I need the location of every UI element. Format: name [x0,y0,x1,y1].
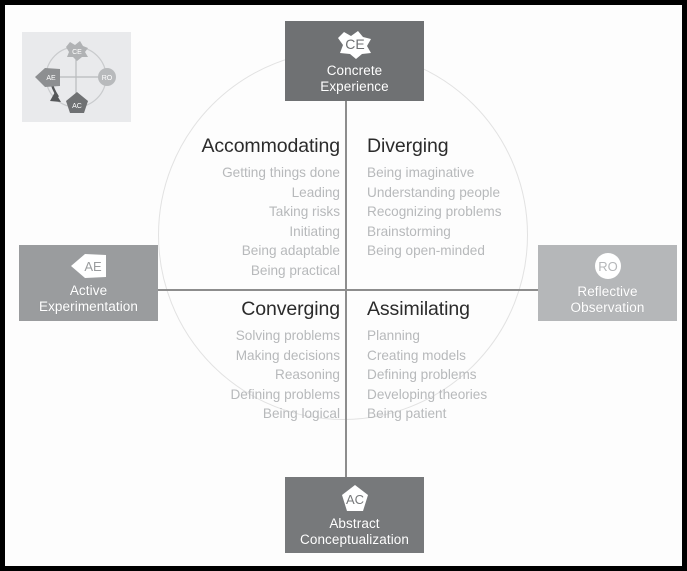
quadrant-heading-assimilating: Assimilating [367,298,470,320]
pole-abbr-ro: RO [598,259,618,274]
quadrant-assimilating: Assimilating Planning Creating models De… [367,298,547,424]
list-item: Leading [291,184,340,200]
pentagon-icon: AC [338,483,372,513]
pole-abbr-ae: AE [84,259,102,274]
list-item: Creating models [367,347,466,363]
thumbnail-abbr-ce: CE [72,49,82,56]
list-item: Being practical [250,262,340,278]
list-item: Defining problems [230,386,340,402]
quadrant-list-diverging: Being imaginative Understanding people R… [367,163,547,261]
list-item: Being imaginative [367,165,475,180]
vertical-axis-line [345,53,347,477]
pole-label-ac: Abstract Conceptualization [299,515,410,547]
pole-abbr-ce: CE [345,36,364,52]
list-item: Recognizing problems [367,204,502,219]
quadrant-list-converging: Solving problems Making decisions Reason… [160,326,340,424]
diagram-thumbnail[interactable]: CE RO AC AE [22,32,131,122]
pole-abstract-conceptualization[interactable]: AC Abstract Conceptualization [285,477,424,553]
list-item: Being patient [367,406,447,421]
list-item: Getting things done [222,165,340,180]
pole-label-ae: Active Experimentation [38,282,139,314]
quadrant-heading-accommodating: Accommodating [201,135,340,157]
list-item: Planning [367,328,420,343]
quadrant-list-assimilating: Planning Creating models Defining proble… [367,326,547,424]
list-item: Defining problems [367,367,477,382]
list-item: Reasoning [275,367,340,382]
diagram-frame: Accommodating Getting things done Leadin… [0,0,687,571]
pole-label-ce: Concrete Experience [320,62,389,94]
list-item: Developing theories [367,386,488,402]
list-item: Initiating [289,223,340,239]
circle-icon: RO [591,251,625,281]
quadrant-heading-converging: Converging [241,298,340,320]
splat-burst-icon: CE [336,28,374,60]
pole-label-ro: Reflective Observation [570,283,645,315]
thumbnail-abbr-ae: AE [46,75,56,82]
list-item: Taking risks [268,204,340,219]
list-item: Brainstorming [367,223,451,239]
list-item: Being logical [262,406,340,421]
pole-reflective-observation[interactable]: RO Reflective Observation [538,245,677,321]
list-item: Understanding people [367,184,501,200]
quadrant-heading-diverging: Diverging [367,135,449,157]
list-item: Solving problems [235,328,340,343]
left-arrow-icon: AE [69,252,109,280]
list-item: Being open-minded [367,243,485,258]
thumbnail-abbr-ac: AC [72,103,82,110]
quadrant-diverging: Diverging Being imaginative Understandin… [367,135,547,261]
diagram-canvas: Accommodating Getting things done Leadin… [5,5,682,566]
quadrant-converging: Converging Solving problems Making decis… [160,298,340,424]
pole-concrete-experience[interactable]: CE Concrete Experience [285,21,424,101]
horizontal-axis-line [158,289,538,291]
quadrant-accommodating: Accommodating Getting things done Leadin… [160,135,340,280]
list-item: Being adaptable [241,243,340,258]
pole-abbr-ac: AC [345,492,363,507]
quadrant-list-accommodating: Getting things done Leading Taking risks… [160,163,340,280]
pole-active-experimentation[interactable]: AE Active Experimentation [19,245,158,321]
thumbnail-abbr-ro: RO [102,75,113,82]
list-item: Making decisions [235,347,340,363]
